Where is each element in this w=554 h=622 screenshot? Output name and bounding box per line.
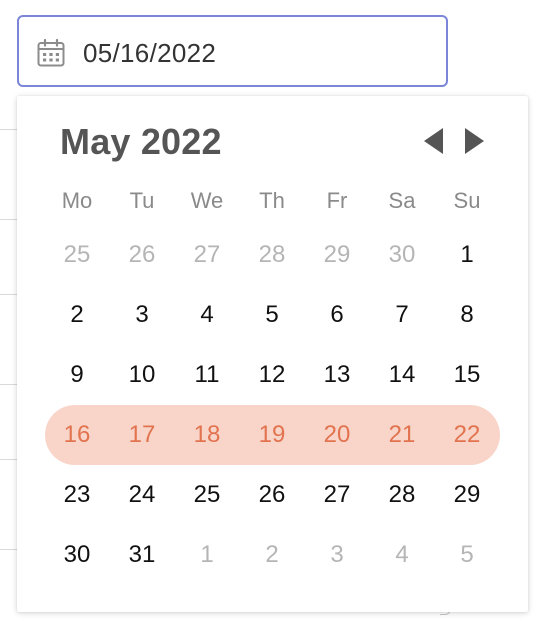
calendar-day[interactable]: 13: [309, 353, 365, 397]
background-divider: [0, 219, 18, 220]
calendar-day[interactable]: 18: [179, 413, 235, 457]
calendar-day[interactable]: 29: [309, 233, 365, 277]
calendar-day[interactable]: 28: [374, 473, 430, 517]
calendar-day[interactable]: 12: [244, 353, 300, 397]
calendar-day[interactable]: 15: [439, 353, 495, 397]
background-divider: [0, 384, 18, 385]
calendar-day[interactable]: 24: [114, 473, 170, 517]
calendar-day[interactable]: 4: [374, 533, 430, 577]
background-divider: [0, 549, 18, 550]
calendar-day[interactable]: 26: [114, 233, 170, 277]
weekday-label: Mo: [61, 188, 93, 213]
weekday-label: Tu: [129, 188, 155, 213]
calendar-day[interactable]: 3: [309, 533, 365, 577]
calendar-day[interactable]: 21: [374, 413, 430, 457]
calendar-day[interactable]: 2: [49, 293, 105, 337]
weekday-label: Th: [259, 188, 285, 213]
date-input-value: 05/16/2022: [83, 38, 217, 68]
calendar-day[interactable]: 6: [309, 293, 365, 337]
calendar-day[interactable]: 14: [374, 353, 430, 397]
calendar-day[interactable]: 30: [49, 533, 105, 577]
calendar-day[interactable]: 11: [179, 353, 235, 397]
calendar-day[interactable]: 16: [49, 413, 105, 457]
calendar-day[interactable]: 17: [114, 413, 170, 457]
calendar-day[interactable]: 25: [179, 473, 235, 517]
calendar-day[interactable]: 1: [439, 233, 495, 277]
previous-month-button[interactable]: [421, 126, 447, 156]
calendar-day[interactable]: 7: [374, 293, 430, 337]
calendar-day[interactable]: 29: [439, 473, 495, 517]
calendar-day[interactable]: 23: [49, 473, 105, 517]
calendar-day[interactable]: 27: [309, 473, 365, 517]
calendar-day[interactable]: 5: [439, 533, 495, 577]
calendar-day[interactable]: 9: [49, 353, 105, 397]
calendar-day[interactable]: 1: [179, 533, 235, 577]
calendar-day[interactable]: 2: [244, 533, 300, 577]
calendar-day[interactable]: 5: [244, 293, 300, 337]
calendar-popup: May 2022 Mo Tu We Th Fr Sa Su 25 26 27 28 29 30 1 2 3 4…: [17, 96, 528, 612]
triangle-left-icon: [424, 128, 443, 154]
background-divider: [0, 459, 18, 460]
calendar-icon: [37, 38, 65, 67]
calendar-day[interactable]: 25: [49, 233, 105, 277]
background-divider: [0, 129, 18, 130]
calendar-day[interactable]: 10: [114, 353, 170, 397]
month-title: May 2022: [60, 121, 222, 162]
calendar-day[interactable]: 20: [309, 413, 365, 457]
calendar-day[interactable]: 27: [179, 233, 235, 277]
weekday-label: Sa: [388, 188, 416, 213]
calendar-day[interactable]: 19: [244, 413, 300, 457]
calendar-day[interactable]: 3: [114, 293, 170, 337]
next-month-button[interactable]: [461, 126, 487, 156]
date-input[interactable]: 05/16/2022: [17, 15, 448, 87]
weekday-label: Su: [453, 188, 481, 213]
calendar-day[interactable]: 8: [439, 293, 495, 337]
background-divider: [0, 294, 18, 295]
triangle-right-icon: [465, 128, 484, 154]
weekday-label: We: [190, 188, 224, 213]
calendar-day[interactable]: 22: [439, 413, 495, 457]
calendar-day[interactable]: 4: [179, 293, 235, 337]
calendar-day[interactable]: 28: [244, 233, 300, 277]
calendar-day[interactable]: 30: [374, 233, 430, 277]
calendar-day[interactable]: 26: [244, 473, 300, 517]
calendar-day[interactable]: 31: [114, 533, 170, 577]
weekday-label: Fr: [326, 188, 348, 213]
